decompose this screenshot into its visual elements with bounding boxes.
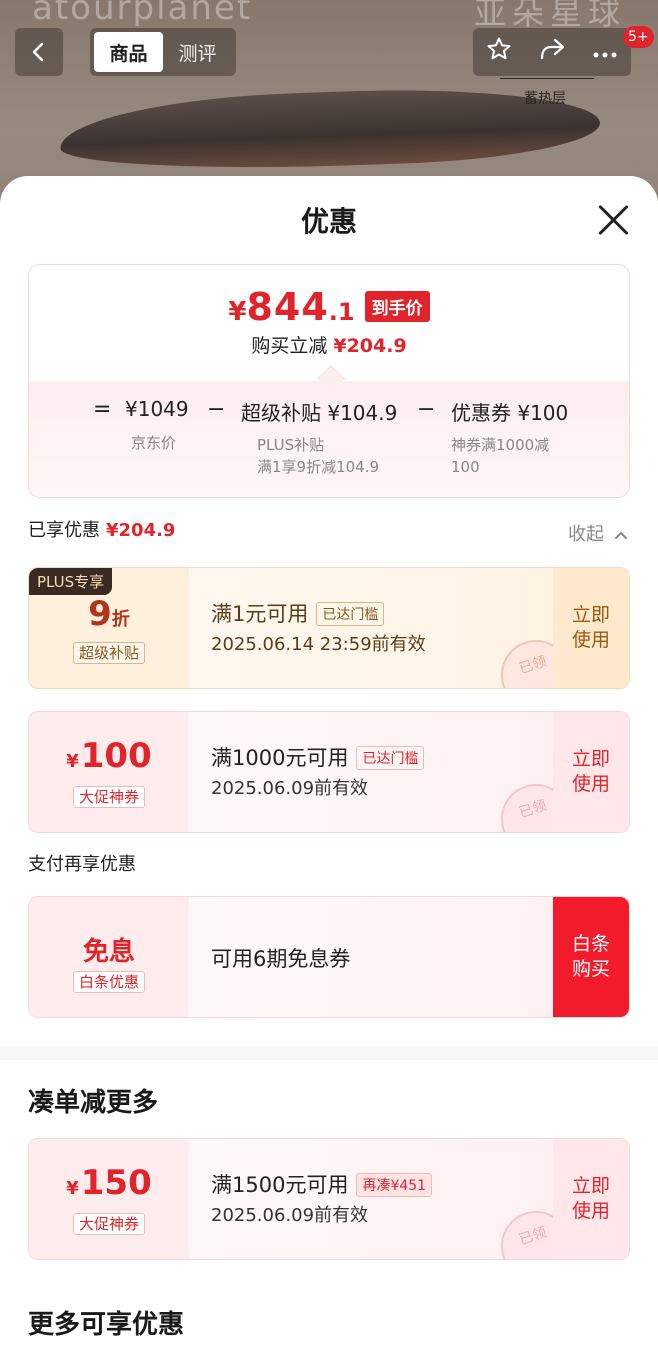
header-actions [473,28,631,76]
price-summary-card: ¥ 844 .1 到手价 购买立减 ¥204.9 = ¥1049 − 超级补贴 ¥… [28,264,630,498]
close-icon[interactable] [594,200,634,240]
more-discount-heading: 凑单减更多 [28,1088,159,1118]
save-amount: ¥204.9 [333,335,407,357]
promo-coupon-100: ¥100 大促神券 满1000元可用 已达门槛 2025.06.09前有效 已领 … [28,711,630,833]
coupon-amount: 优惠券 ¥100 [451,401,569,425]
sheet-title: 优惠 [300,205,357,238]
more-icon[interactable] [592,40,618,65]
hot-layer-label: 蓄热层 [524,91,566,107]
final-price: ¥ 844 .1 到手价 [29,285,629,329]
threshold-tag: 已达门槛 [356,746,425,770]
annotation-line [500,78,594,79]
use-now-button[interactable]: 立即 使用 [553,568,629,688]
tab-review[interactable]: 测评 [163,32,232,72]
coupon-kind: 大促神券 [72,1213,145,1235]
coupon-discount: 9折 [88,594,130,634]
plus-exclusive-tag: PLUS专享 [29,568,113,595]
favorite-star-icon[interactable] [486,36,512,68]
baitiao-buy-button[interactable]: 白条 购买 [553,897,629,1017]
coupon-expiry: 2025.06.09前有效 [211,1205,369,1226]
product-tabs: 商品 测评 [90,28,236,76]
coupon-note-detail: 100 [451,458,480,476]
minus-sign: − [207,397,226,422]
coupon-title: 满1元可用 已达门槛 [211,598,385,628]
payment-discount-label: 支付再享优惠 [28,854,136,875]
coupon-kind: 白条优惠 [72,971,145,993]
product-image [58,82,602,176]
coupon-kind: 大促神券 [72,786,145,808]
subsidy-amount: 超级补贴 ¥104.9 [241,401,398,425]
enjoyed-amount: ¥204.9 [106,520,176,541]
coupon-title: 满1500元可用 再凑¥451 [211,1169,433,1199]
final-price-tag: 到手价 [364,291,430,322]
equals-sign: = [93,397,112,422]
subsidy-note-detail: 满1享9折减104.9 [257,458,380,476]
notification-badge: 5+ [623,26,654,48]
price-breakdown: = ¥1049 − 超级补贴 ¥104.9 − 优惠券 ¥100 [29,397,629,427]
coupon-amount: ¥100 [66,736,152,776]
share-icon[interactable] [538,36,566,68]
more-available-heading: 更多可享优惠 [28,1310,185,1340]
jd-price-label: 京东价 [131,434,177,452]
coupon-kind: 超级补贴 [72,642,145,664]
coupon-title: 满1000元可用 已达门槛 [211,742,425,772]
discount-sheet: 优惠 ¥ 844 .1 到手价 购买立减 ¥204.9 = ¥1049 − 超级补… [0,176,658,1355]
interest-free-coupon: 免息 白条优惠 可用6期免息券 白条 购买 [28,896,630,1018]
threshold-tag: 已达门槛 [316,602,385,626]
section-divider [0,1046,658,1060]
use-now-button[interactable]: 立即 使用 [553,1139,629,1259]
plus-subsidy-coupon: PLUS专享 9折 超级补贴 满1元可用 已达门槛 2025.06.14 23:5… [28,567,630,689]
interest-free-title: 免息 [82,937,135,967]
chevron-up-icon [614,531,627,539]
jd-price: ¥1049 [125,397,189,421]
coupon-expiry: 2025.06.09前有效 [211,778,369,799]
coupon-amount: ¥150 [66,1163,152,1203]
coupon-expiry: 2025.06.14 23:59前有效 [211,634,426,655]
coupon-note: 神券满1000减 [451,436,550,454]
chevron-left-icon [32,42,44,62]
subsidy-note: PLUS补贴 [257,436,325,454]
brand-logo-text: atourplanet [32,0,253,28]
save-line: 购买立减 ¥204.9 [251,335,407,357]
minus-sign: − [417,397,436,422]
coupon-title: 可用6期免息券 [211,947,351,971]
enjoyed-discount-label: 已享优惠 ¥204.9 [28,520,176,541]
back-button[interactable] [15,28,63,76]
collapse-button[interactable]: 收起 [568,520,628,546]
use-now-button[interactable]: 立即 使用 [553,712,629,832]
tab-product[interactable]: 商品 [94,32,163,72]
promo-coupon-150: ¥150 大促神券 满1500元可用 再凑¥451 2025.06.09前有效 已… [28,1138,630,1260]
add-more-tag: 再凑¥451 [356,1173,433,1197]
